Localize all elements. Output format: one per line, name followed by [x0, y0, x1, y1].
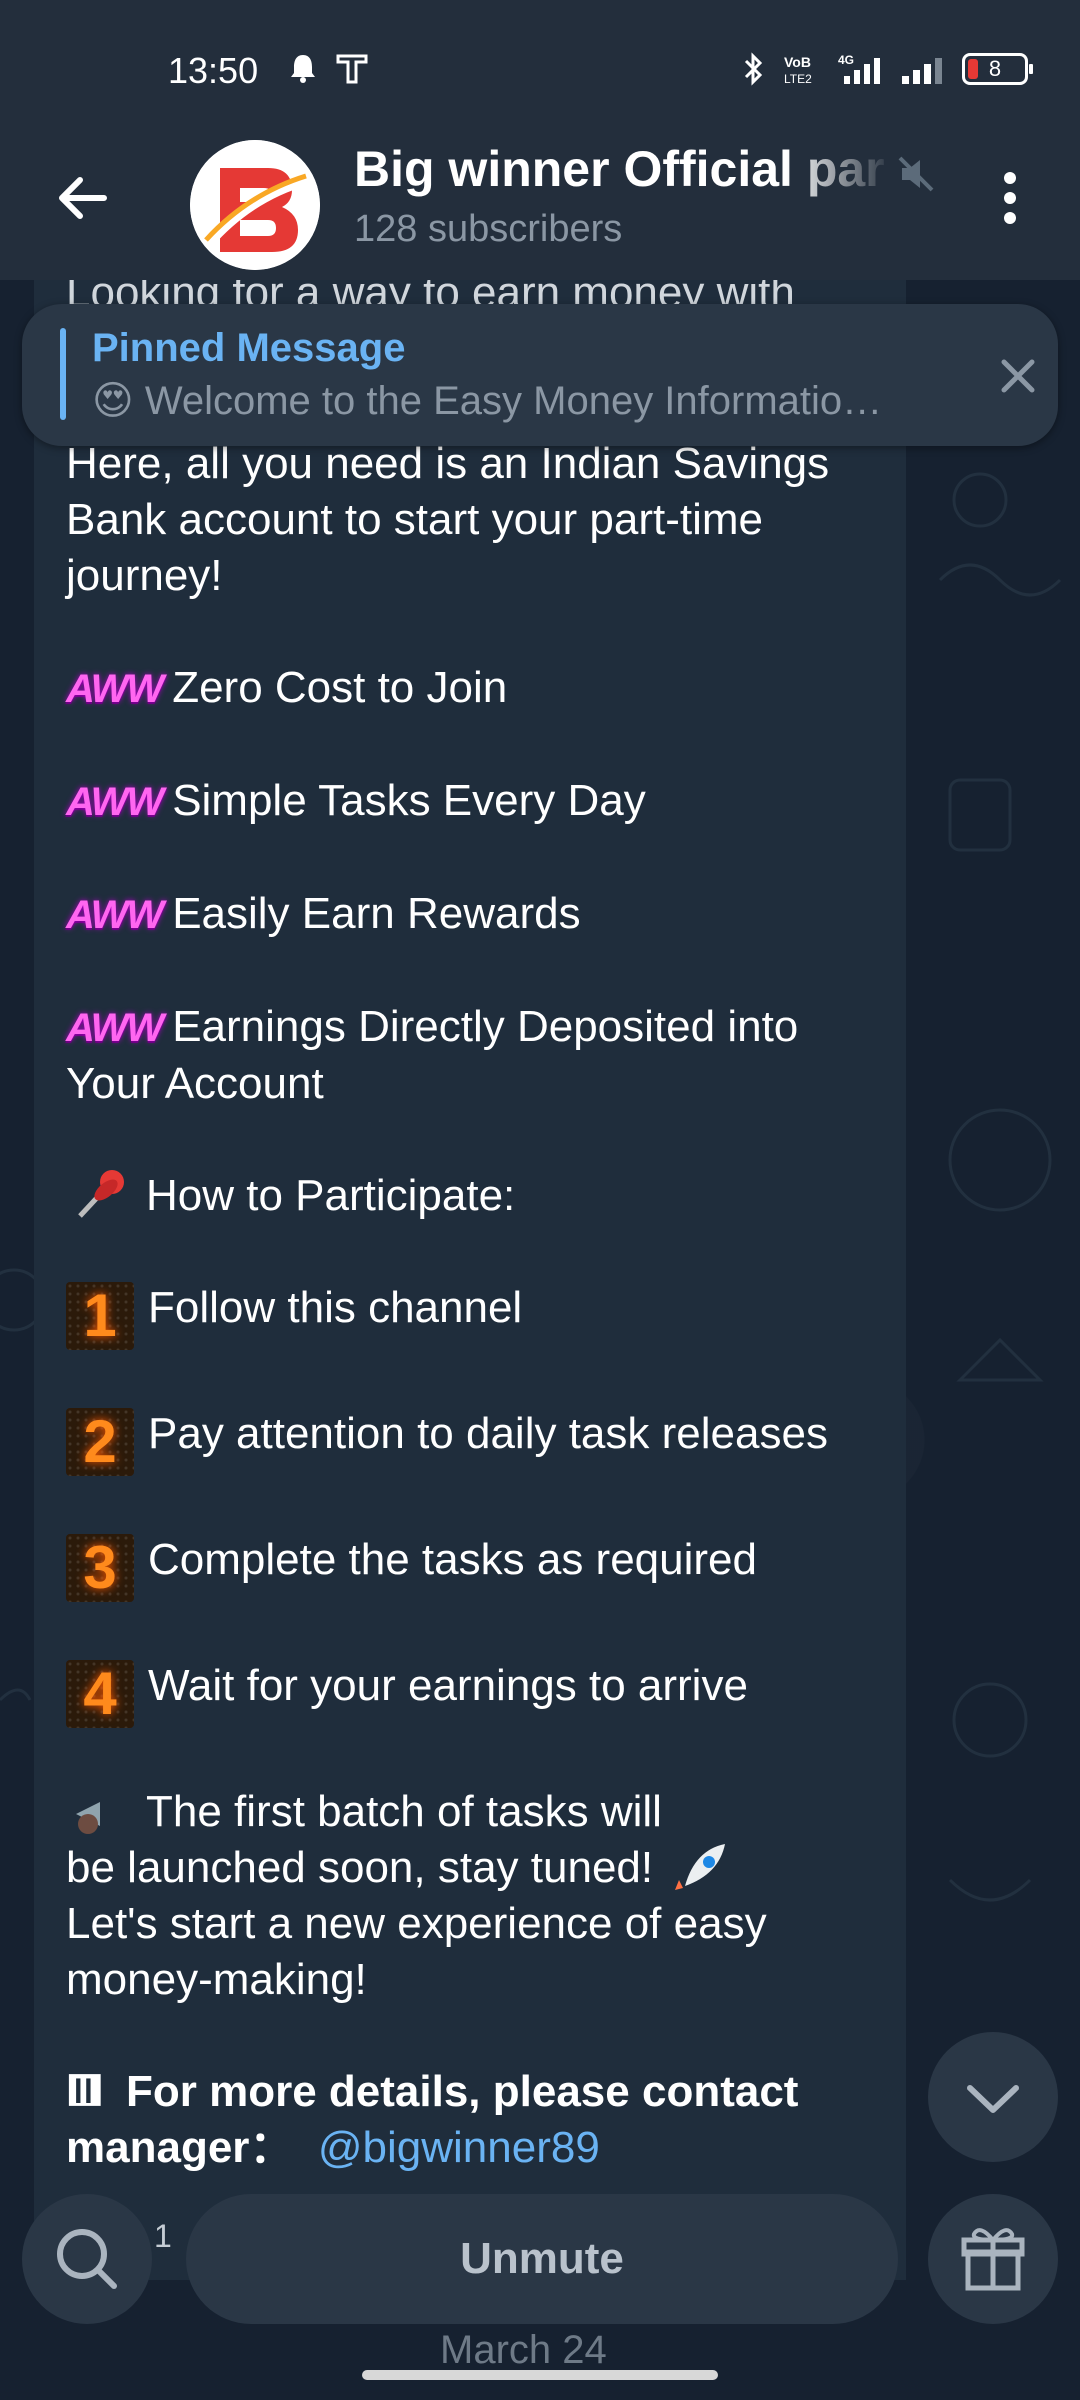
pinned-text: 😍 Welcome to the Easy Money Informatio…	[92, 378, 952, 424]
benefit-item: AWW Earnings Directly Deposited into Your…	[66, 999, 896, 1112]
aww-emoji-icon: AWW	[66, 667, 164, 711]
subscriber-count: 128 subscribers	[354, 208, 623, 250]
pinned-title: Pinned Message	[92, 326, 406, 370]
search-result-count: 1	[154, 2218, 172, 2254]
step-text: Pay attention to daily task releases	[148, 1409, 828, 1458]
pinned-message-bar[interactable]: Pinned Message 😍 Welcome to the Easy Mon…	[22, 304, 1058, 446]
bluetooth-icon	[744, 52, 763, 86]
step-item: 2 Pay attention to daily task releases	[66, 1406, 896, 1476]
status-time: 13:50	[168, 50, 259, 91]
close-icon[interactable]	[994, 352, 1042, 400]
rocket-icon	[675, 1844, 726, 1890]
pinned-indicator	[60, 328, 66, 420]
volte-icon: VoB LTE2	[784, 54, 812, 86]
number-3-emoji-icon: 3	[66, 1534, 134, 1602]
contact-line: For more details, please contact manager…	[66, 2064, 896, 2176]
notification-icons	[290, 52, 368, 84]
benefit-item: AWW Easily Earn Rewards	[66, 886, 896, 943]
announcement-line-2: be launched soon, stay tuned!	[66, 1843, 654, 1892]
how-to-text: How to Participate:	[146, 1171, 516, 1220]
heart-eyes-emoji-icon: 😍	[92, 379, 145, 423]
message-intro: Here, all you need is an Indian Savings …	[66, 439, 830, 600]
benefit-text: Zero Cost to Join	[172, 663, 508, 712]
battery-level: 8	[988, 56, 1002, 81]
message-body: Here, all you need is an Indian Savings …	[66, 436, 896, 2176]
svg-text:4G: 4G	[838, 53, 854, 67]
gift-icon	[961, 2228, 1025, 2291]
home-indicator[interactable]	[362, 2370, 718, 2380]
number-2-emoji-icon: 2	[66, 1408, 134, 1476]
aww-emoji-icon: AWW	[66, 893, 164, 937]
mute-icon	[898, 156, 934, 192]
step-item: 3 Complete the tasks as required	[66, 1532, 896, 1602]
svg-text:VoB: VoB	[784, 54, 811, 70]
aww-emoji-icon: AWW	[66, 780, 164, 824]
signal-icon	[902, 58, 942, 84]
benefit-item: AWW Simple Tasks Every Day	[66, 773, 896, 830]
signal-4g-icon: 4G	[838, 53, 880, 84]
svg-text:LTE2: LTE2	[784, 72, 812, 86]
announcement-line-1: The first batch of tasks will	[146, 1787, 662, 1836]
unmute-button[interactable]: Unmute	[186, 2194, 898, 2324]
step-item: 1 Follow this channel	[66, 1280, 896, 1350]
battery-icon: 8	[962, 53, 1033, 85]
scroll-down-button[interactable]	[928, 2032, 1058, 2162]
benefit-item: AWW Zero Cost to Join	[66, 660, 896, 717]
manager-link[interactable]: @bigwinner89	[318, 2123, 600, 2172]
system-icons: VoB LTE2 4G 8	[742, 52, 1033, 86]
how-to-heading: How to Participate:	[66, 1168, 896, 1224]
pushpin-icon	[78, 1170, 124, 1218]
more-vert-icon[interactable]	[990, 168, 1030, 228]
search-icon	[57, 2229, 117, 2289]
step-text: Follow this channel	[148, 1283, 523, 1332]
benefit-text: Earnings Directly Deposited into Your Ac…	[66, 1002, 799, 1108]
step-text: Complete the tasks as required	[148, 1535, 757, 1584]
number-4-emoji-icon: 4	[66, 1660, 134, 1728]
channel-avatar[interactable]	[190, 140, 320, 270]
chat-header: Big winner Official par 128 subscribers	[0, 140, 1080, 280]
info-book-icon	[68, 2074, 101, 2106]
aww-emoji-icon: AWW	[66, 1006, 164, 1050]
chevron-down-icon	[967, 2085, 1019, 2113]
bell-icon	[291, 55, 315, 83]
announcement: The first batch of tasks will be launche…	[66, 1784, 896, 2008]
gift-button[interactable]	[928, 2194, 1058, 2324]
number-1-emoji-icon: 1	[66, 1282, 134, 1350]
benefit-text: Simple Tasks Every Day	[172, 776, 646, 825]
channel-title[interactable]: Big winner Official par	[354, 140, 894, 198]
step-text: Wait for your earnings to arrive	[148, 1661, 748, 1710]
step-item: 4 Wait for your earnings to arrive	[66, 1658, 896, 1728]
date-separator: March 24	[440, 2328, 607, 2372]
search-button[interactable]	[22, 2194, 152, 2324]
pinned-preview: Welcome to the Easy Money Informatio…	[144, 379, 883, 423]
status-bar: 13:50 VoB LTE2 4G 8	[0, 0, 1080, 140]
big-winner-logo	[190, 140, 320, 270]
megaphone-icon	[76, 1802, 100, 1834]
back-arrow-icon[interactable]	[52, 168, 112, 228]
announcement-line-3: Let's start a new experience of easy mon…	[66, 1899, 767, 2004]
benefit-text: Easily Earn Rewards	[172, 889, 581, 938]
app-t-icon	[336, 54, 368, 84]
